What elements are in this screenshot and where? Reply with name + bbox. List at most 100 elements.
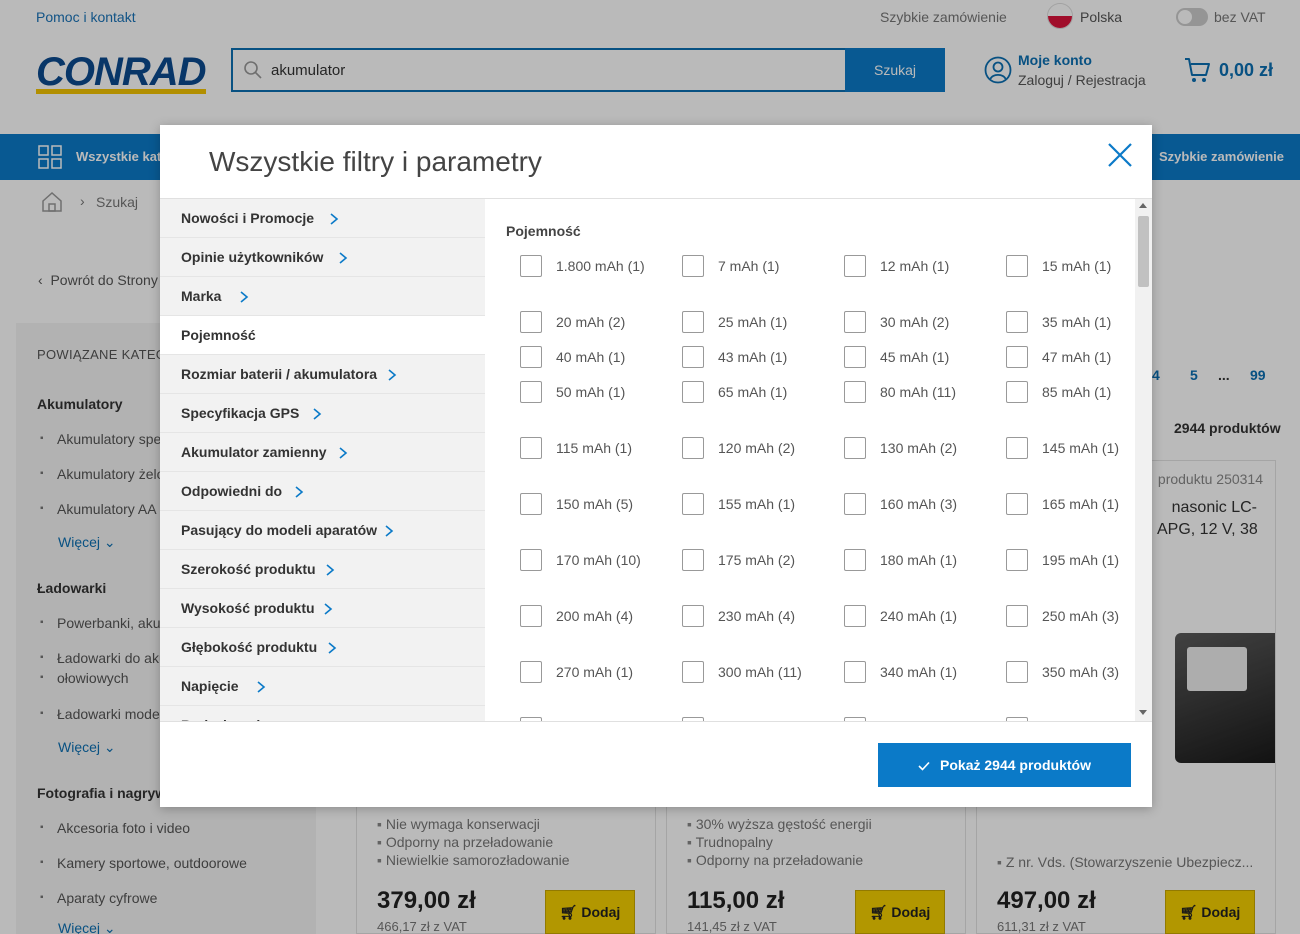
- filter-category-item[interactable]: Pojemność: [160, 316, 485, 355]
- option-checkbox[interactable]: [1006, 493, 1028, 515]
- option-checkbox[interactable]: [1006, 661, 1028, 683]
- option-checkbox[interactable]: [844, 255, 866, 277]
- filter-category-label: Rozmiar baterii / akumulatora: [181, 366, 378, 382]
- option-checkbox[interactable]: [682, 661, 704, 683]
- filter-category-item[interactable]: Opinie użytkowników: [160, 238, 485, 277]
- option-label: 12 mAh (1): [880, 258, 950, 274]
- option-checkbox[interactable]: [1006, 255, 1028, 277]
- option-label: 270 mAh (1): [556, 664, 634, 680]
- show-products-button[interactable]: Pokaż 2944 produktów: [878, 743, 1131, 787]
- option-checkbox[interactable]: [682, 493, 704, 515]
- option-label: 20 mAh (2): [556, 314, 626, 330]
- option-label: 180 mAh (1): [880, 552, 958, 568]
- filter-category-item[interactable]: Pasujący do modeli aparatów: [160, 511, 485, 550]
- option-checkbox[interactable]: [1006, 549, 1028, 571]
- chevron-right-icon: [339, 447, 348, 459]
- chevron-right-icon: [313, 408, 322, 420]
- option-checkbox[interactable]: [682, 549, 704, 571]
- option-checkbox[interactable]: [844, 661, 866, 683]
- option-label: 230 mAh (4): [718, 608, 796, 624]
- option-label: 43 mAh (1): [718, 349, 788, 365]
- chevron-right-icon: [339, 252, 348, 264]
- option-checkbox[interactable]: [844, 493, 866, 515]
- option-label: 155 mAh (1): [718, 496, 796, 512]
- option-checkbox[interactable]: [1006, 311, 1028, 333]
- option-checkbox[interactable]: [520, 255, 542, 277]
- option-checkbox[interactable]: [520, 311, 542, 333]
- filter-category-label: Pasujący do modeli aparatów: [181, 522, 378, 538]
- option-checkbox[interactable]: [520, 381, 542, 403]
- option-checkbox[interactable]: [520, 661, 542, 683]
- option-label: 1.800 mAh (1): [556, 258, 645, 274]
- option-label: 300 mAh (11): [718, 664, 802, 680]
- option-label: 170 mAh (10): [556, 552, 641, 568]
- option-checkbox[interactable]: [844, 549, 866, 571]
- chevron-right-icon: [326, 564, 335, 576]
- chevron-right-icon: [385, 525, 394, 537]
- option-checkbox[interactable]: [682, 255, 704, 277]
- option-label: 340 mAh (1): [880, 664, 958, 680]
- filter-category-item[interactable]: Specyfikacja GPS: [160, 394, 485, 433]
- chevron-right-icon: [240, 291, 249, 303]
- filter-category-item[interactable]: Rodzaj ogniw: [160, 706, 485, 721]
- scrollbar-thumb[interactable]: [1138, 216, 1149, 287]
- option-label: 50 mAh (1): [556, 384, 626, 400]
- option-checkbox[interactable]: [1006, 346, 1028, 368]
- filter-category-item[interactable]: Szerokość produktu: [160, 550, 485, 589]
- option-checkbox[interactable]: [682, 381, 704, 403]
- filter-category-label: Opinie użytkowników: [181, 249, 324, 265]
- option-label: 45 mAh (1): [880, 349, 950, 365]
- scroll-down-icon[interactable]: [1139, 710, 1147, 715]
- option-label: 160 mAh (3): [880, 496, 958, 512]
- scroll-up-icon[interactable]: [1139, 203, 1147, 208]
- option-checkbox[interactable]: [844, 605, 866, 627]
- option-checkbox[interactable]: [520, 493, 542, 515]
- filter-options-panel: Pojemność 1.800 mAh (1) 7 mAh (1) 12 mAh (…: [485, 199, 1152, 721]
- option-checkbox[interactable]: [844, 437, 866, 459]
- option-checkbox[interactable]: [1006, 437, 1028, 459]
- filter-category-item[interactable]: Napięcie: [160, 667, 485, 706]
- option-label: 40 mAh (1): [556, 349, 626, 365]
- option-checkbox[interactable]: [844, 311, 866, 333]
- filter-category-item[interactable]: Akumulator zamienny: [160, 433, 485, 472]
- filter-category-item[interactable]: Wysokość produktu: [160, 589, 485, 628]
- filter-category-label: Akumulator zamienny: [181, 444, 327, 460]
- option-checkbox[interactable]: [682, 311, 704, 333]
- option-label: 150 mAh (5): [556, 496, 634, 512]
- option-checkbox[interactable]: [1006, 605, 1028, 627]
- chevron-right-icon: [324, 603, 333, 615]
- option-label: 115 mAh (1): [556, 440, 632, 456]
- option-checkbox[interactable]: [682, 346, 704, 368]
- filter-category-label: Odpowiedni do: [181, 483, 283, 499]
- option-checkbox[interactable]: [520, 605, 542, 627]
- filter-category-item[interactable]: Rozmiar baterii / akumulatora: [160, 355, 485, 394]
- option-label: 200 mAh (4): [556, 608, 634, 624]
- close-icon[interactable]: [1106, 141, 1134, 169]
- option-checkbox[interactable]: [520, 549, 542, 571]
- filter-scrollbar[interactable]: [1135, 199, 1152, 721]
- modal-footer-divider: [160, 721, 1152, 722]
- option-label: 80 mAh (11): [880, 384, 956, 400]
- filter-category-label: Specyfikacja GPS: [181, 405, 300, 421]
- filter-category-item[interactable]: Nowości i Promocje: [160, 199, 485, 238]
- option-checkbox[interactable]: [682, 605, 704, 627]
- filter-category-list: Nowości i Promocje Opinie użytkowników Mar…: [160, 199, 485, 721]
- filter-category-label: Szerokość produktu: [181, 561, 316, 577]
- filter-category-label: Marka: [181, 288, 222, 304]
- option-checkbox[interactable]: [844, 346, 866, 368]
- filter-category-label: Głębokość produktu: [181, 639, 318, 655]
- option-checkbox[interactable]: [682, 437, 704, 459]
- filter-category-item[interactable]: Głębokość produktu: [160, 628, 485, 667]
- filter-category-label: Pojemność: [181, 327, 256, 343]
- filter-category-item[interactable]: Odpowiedni do: [160, 472, 485, 511]
- option-checkbox[interactable]: [1006, 381, 1028, 403]
- option-label: 175 mAh (2): [718, 552, 796, 568]
- filter-category-item[interactable]: Marka: [160, 277, 485, 316]
- option-checkbox[interactable]: [844, 381, 866, 403]
- option-label: 25 mAh (1): [718, 314, 788, 330]
- option-label: 30 mAh (2): [880, 314, 950, 330]
- check-icon: [918, 762, 930, 771]
- option-checkbox[interactable]: [520, 346, 542, 368]
- option-label: 7 mAh (1): [718, 258, 780, 274]
- option-checkbox[interactable]: [520, 437, 542, 459]
